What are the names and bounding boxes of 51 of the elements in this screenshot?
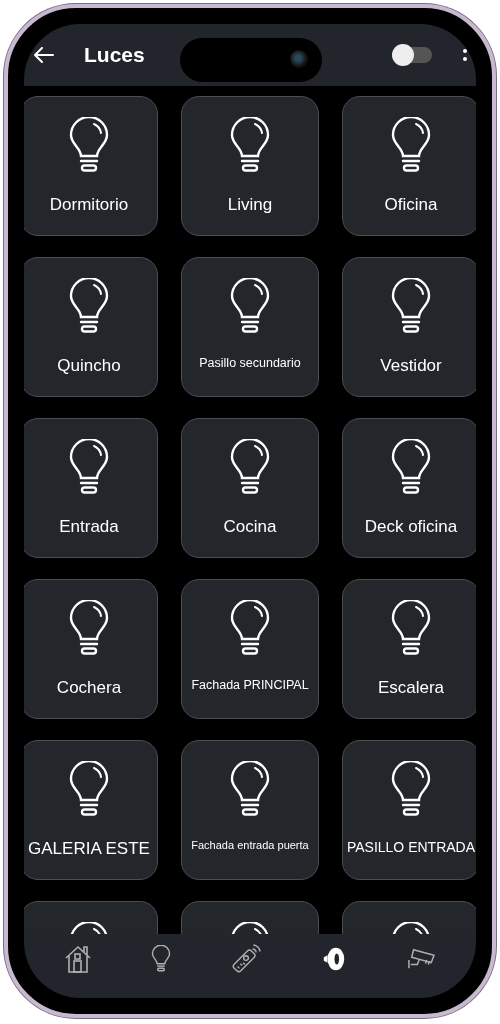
light-card[interactable]: Fachada PRINCIPAL: [181, 579, 319, 719]
light-name: PASILLO ENTRADA: [346, 839, 476, 856]
light-card[interactable]: Vestidor: [342, 257, 476, 397]
light-card[interactable]: Living: [181, 96, 319, 236]
light-card[interactable]: Fachada entrada puerta: [181, 740, 319, 880]
more-icon[interactable]: [462, 47, 468, 63]
lightbulb-icon: [68, 278, 110, 336]
light-card[interactable]: Cocina: [181, 418, 319, 558]
light-card[interactable]: Entrada: [24, 418, 158, 558]
light-card[interactable]: Escalera: [342, 579, 476, 719]
lightbulb-icon: [68, 117, 110, 175]
back-icon[interactable]: [34, 47, 54, 63]
lightbulb-icon: [229, 600, 271, 658]
light-card[interactable]: PASILLO ENTRADA: [342, 740, 476, 880]
light-name: Escalera: [377, 678, 445, 699]
lightbulb-icon: [390, 600, 432, 658]
lightbulb-icon: [229, 439, 271, 497]
light-card[interactable]: Dormitorio: [24, 96, 158, 236]
lightbulb-icon: [68, 761, 110, 819]
lightbulb-icon: [390, 278, 432, 336]
light-card[interactable]: Pasillo secundario: [181, 257, 319, 397]
lightbulb-icon[interactable]: [151, 945, 172, 973]
light-card[interactable]: Deck oficina: [342, 418, 476, 558]
lightbulb-icon: [229, 278, 271, 336]
light-name: Quincho: [57, 356, 121, 377]
light-name: Oficina: [384, 195, 438, 216]
lightbulb-icon: [390, 439, 432, 497]
light-name: Entrada: [59, 517, 119, 538]
lightbulb-icon: [229, 117, 271, 175]
light-name: Dormitorio: [49, 195, 129, 216]
house-icon[interactable]: [63, 944, 92, 974]
light-card[interactable]: Quincho: [24, 257, 158, 397]
light-name: Deck oficina: [364, 517, 458, 538]
light-name: GALERIA ESTE: [28, 839, 150, 860]
lightbulb-icon: [68, 600, 110, 658]
lightbulb-icon: [390, 761, 432, 819]
light-name: Cocina: [223, 517, 277, 538]
lightbulb-icon: [229, 761, 271, 819]
light-card[interactable]: Cochera: [24, 579, 158, 719]
light-name: Cochera: [56, 678, 122, 699]
light-name: Fachada entrada puerta: [191, 839, 309, 853]
light-card[interactable]: Oficina: [342, 96, 476, 236]
lightbulb-icon: [68, 439, 110, 497]
remote-control-icon[interactable]: [231, 944, 261, 974]
light-card[interactable]: GALERIA ESTE: [24, 740, 158, 880]
light-name: Living: [227, 195, 273, 216]
light-name: Vestidor: [380, 356, 442, 377]
light-name: Pasillo secundario: [199, 356, 301, 371]
screen-title: Luces: [84, 43, 145, 67]
lightbulb-icon: [390, 117, 432, 175]
light-name: Fachada PRINCIPAL: [191, 678, 309, 693]
